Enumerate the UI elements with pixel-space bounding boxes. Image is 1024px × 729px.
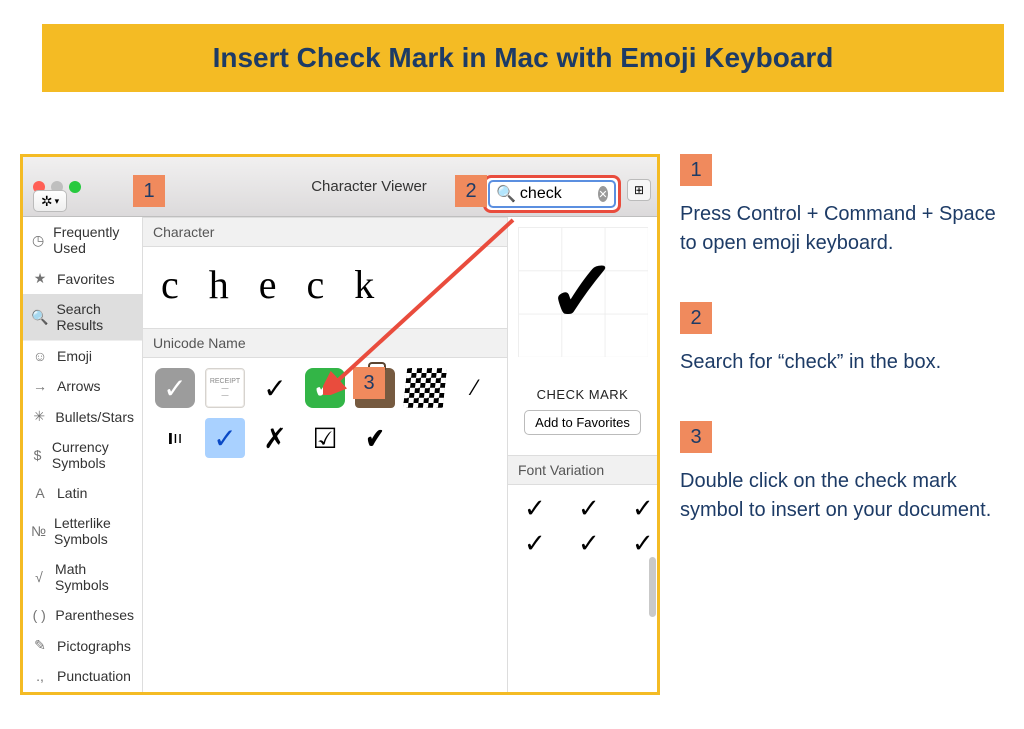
sidebar-item-pictographs[interactable]: ✎Pictographs: [23, 630, 142, 661]
chevron-down-icon: ▾: [55, 196, 60, 207]
gear-button[interactable]: ✲▾: [33, 190, 67, 212]
page-title-banner: Insert Check Mark in Mac with Emoji Keyb…: [42, 24, 1004, 92]
sidebar-item-arrows[interactable]: →Arrows: [23, 371, 142, 401]
fv-glyph[interactable]: ✓: [524, 528, 564, 559]
char-check-mark[interactable]: ✓: [205, 418, 245, 458]
callout-badge-3: 3: [353, 367, 385, 399]
char-bars[interactable]: ııı: [155, 418, 195, 458]
pencil-icon: ✎: [31, 637, 49, 654]
category-sidebar: ◷Frequently Used ★Favorites 🔍Search Resu…: [23, 217, 143, 692]
character-preview: ✓: [518, 227, 648, 357]
fv-glyph[interactable]: ✓: [578, 528, 618, 559]
section-character-header: Character: [143, 217, 507, 247]
step-badge-3: 3: [680, 421, 712, 453]
sidebar-item-search-results[interactable]: 🔍Search Results: [23, 294, 142, 340]
dollar-icon: $: [31, 447, 44, 463]
paren-icon: ( ): [31, 607, 47, 623]
fv-glyph[interactable]: ✓: [632, 528, 672, 559]
numero-icon: №: [31, 523, 46, 539]
char-x[interactable]: ✗: [255, 418, 295, 458]
character-preview-text: check: [143, 247, 507, 328]
step-badge-2: 2: [680, 302, 712, 334]
section-unicode-header: Unicode Name: [143, 328, 507, 358]
gear-icon: ✲: [41, 193, 53, 210]
font-variation-header: Font Variation: [508, 455, 657, 485]
sidebar-item-punctuation[interactable]: .,Punctuation: [23, 661, 142, 691]
preview-glyph: ✓: [546, 242, 618, 342]
callout-badge-2: 2: [455, 175, 487, 207]
sidebar-item-parentheses[interactable]: ( )Parentheses: [23, 600, 142, 630]
sidebar-item-math[interactable]: √Math Symbols: [23, 554, 142, 600]
emoji-icon: ☺: [31, 348, 49, 364]
char-receipt[interactable]: RECEIPT——: [205, 368, 245, 408]
fv-glyph[interactable]: ✓: [524, 493, 564, 524]
font-variation-grid: ✓ ✓ ✓ ✓ ✓ ✓: [508, 485, 657, 559]
results-pane: Character check Unicode Name ✓ RECEIPT——…: [143, 217, 507, 692]
char-chequered-flag[interactable]: [403, 368, 447, 408]
search-icon: 🔍: [31, 309, 48, 326]
search-input[interactable]: [520, 185, 598, 203]
clock-icon: ◷: [31, 232, 45, 249]
char-light-check[interactable]: ⁄: [455, 368, 495, 408]
step-badge-1: 1: [680, 154, 712, 186]
zoom-icon[interactable]: [69, 181, 81, 193]
compact-view-button[interactable]: ⊞: [627, 179, 651, 201]
asterisk-icon: ✳: [31, 408, 47, 425]
add-to-favorites-button[interactable]: Add to Favorites: [524, 410, 641, 435]
sidebar-item-emoji[interactable]: ☺Emoji: [23, 340, 142, 371]
arrow-icon: →: [31, 378, 49, 394]
character-viewer-window: ✲▾ Character Viewer 🔍 ✕ ⊞ ◷Frequently Us…: [20, 154, 660, 695]
step-text-2: Search for “check” in the box.: [680, 348, 1004, 377]
detail-pane: ✓ CHECK MARK Add to Favorites Font Varia…: [507, 217, 657, 692]
char-boxed-check[interactable]: ☑: [305, 418, 345, 458]
callout-badge-1: 1: [133, 175, 165, 207]
window-titlebar: ✲▾ Character Viewer 🔍 ✕ ⊞: [23, 157, 657, 217]
character-grid: ✓ RECEIPT—— ✓ ✔ ⁄ ııı ✓ ✗ ☑ ✔: [143, 358, 507, 478]
step-text-1: Press Control + Command + Space to open …: [680, 200, 1004, 258]
fv-glyph[interactable]: ✓: [578, 493, 618, 524]
char-heavy-check[interactable]: ✔: [359, 418, 391, 458]
sidebar-item-letterlike[interactable]: №Letterlike Symbols: [23, 508, 142, 554]
sidebar-item-currency[interactable]: $Currency Symbols: [23, 432, 142, 478]
latin-icon: A: [31, 485, 49, 501]
sidebar-item-frequently-used[interactable]: ◷Frequently Used: [23, 217, 142, 263]
clear-search-icon[interactable]: ✕: [598, 186, 608, 202]
char-white-heavy-check[interactable]: ✔: [305, 368, 345, 408]
fv-glyph[interactable]: ✓: [632, 493, 672, 524]
step-text-3: Double click on the check mark symbol to…: [680, 467, 1004, 525]
instructions: 1 Press Control + Command + Space to ope…: [680, 154, 1004, 695]
sidebar-item-favorites[interactable]: ★Favorites: [23, 263, 142, 294]
star-icon: ★: [31, 270, 49, 287]
sidebar-item-bullets[interactable]: ✳Bullets/Stars: [23, 401, 142, 432]
search-highlight: 🔍 ✕: [483, 175, 621, 213]
sidebar-item-latin[interactable]: ALatin: [23, 478, 142, 508]
punct-icon: .,: [31, 668, 49, 684]
preview-label: CHECK MARK: [508, 387, 657, 402]
root-icon: √: [31, 569, 47, 585]
search-icon: 🔍: [496, 184, 516, 204]
char-check[interactable]: ✓: [255, 368, 295, 408]
char-ballot-box-check[interactable]: ✓: [155, 368, 195, 408]
search-field[interactable]: 🔍 ✕: [488, 180, 616, 208]
scrollbar[interactable]: [649, 557, 656, 617]
page-title: Insert Check Mark in Mac with Emoji Keyb…: [213, 42, 834, 73]
